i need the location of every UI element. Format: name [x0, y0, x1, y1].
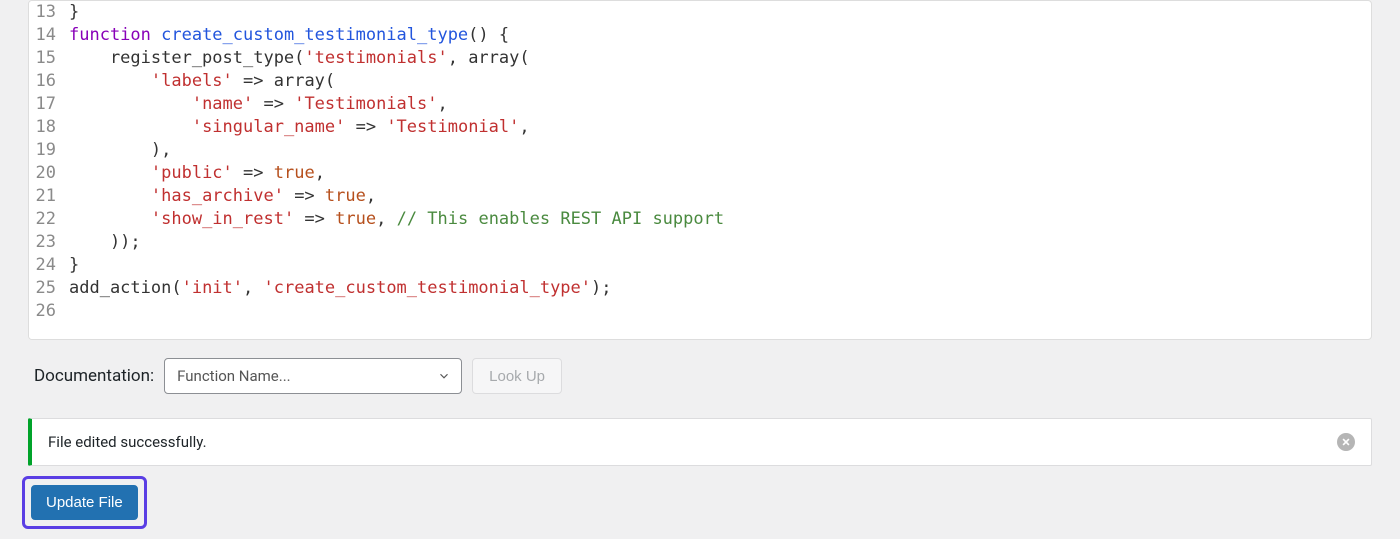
line-number: 18 [33, 116, 58, 139]
line-number: 25 [33, 277, 58, 300]
line-number: 26 [33, 300, 58, 323]
line-number: 19 [33, 139, 58, 162]
code-line[interactable]: ), [69, 139, 1365, 162]
code-line[interactable]: 'has_archive' => true, [69, 185, 1365, 208]
function-name-select-placeholder: Function Name... [177, 367, 290, 385]
line-number: 21 [33, 185, 58, 208]
line-number: 20 [33, 162, 58, 185]
line-number: 23 [33, 231, 58, 254]
line-number: 14 [33, 24, 58, 47]
code-content[interactable]: }function create_custom_testimonial_type… [65, 1, 1371, 339]
code-line[interactable]: 'show_in_rest' => true, // This enables … [69, 208, 1365, 231]
code-line[interactable]: function create_custom_testimonial_type(… [69, 24, 1365, 47]
code-line[interactable]: )); [69, 231, 1365, 254]
code-line[interactable]: } [69, 254, 1365, 277]
line-number: 24 [33, 254, 58, 277]
code-line[interactable]: 'labels' => array( [69, 70, 1365, 93]
code-line[interactable]: 'singular_name' => 'Testimonial', [69, 116, 1365, 139]
documentation-row: Documentation: Function Name... Look Up [0, 340, 1400, 404]
success-notice: File edited successfully. [28, 418, 1372, 466]
line-number: 17 [33, 93, 58, 116]
update-file-highlight: Update File [22, 476, 147, 529]
line-number-gutter: 1314151617181920212223242526 [29, 1, 65, 339]
code-line[interactable]: 'public' => true, [69, 162, 1365, 185]
submit-row: Update File [22, 476, 1400, 537]
notice-message: File edited successfully. [48, 433, 207, 451]
code-line[interactable] [69, 300, 1365, 323]
code-area[interactable]: 1314151617181920212223242526 }function c… [29, 1, 1371, 339]
code-line[interactable]: } [69, 1, 1365, 24]
code-line[interactable]: 'name' => 'Testimonials', [69, 93, 1365, 116]
line-number: 15 [33, 47, 58, 70]
look-up-button[interactable]: Look Up [472, 358, 562, 394]
update-file-button[interactable]: Update File [31, 485, 138, 520]
code-editor: 1314151617181920212223242526 }function c… [28, 0, 1372, 340]
line-number: 13 [33, 1, 58, 24]
code-line[interactable]: register_post_type('testimonials', array… [69, 47, 1365, 70]
dismiss-notice-button[interactable] [1337, 433, 1355, 451]
line-number: 22 [33, 208, 58, 231]
close-icon [1341, 437, 1351, 447]
code-line[interactable]: add_action('init', 'create_custom_testim… [69, 277, 1365, 300]
line-number: 16 [33, 70, 58, 93]
chevron-down-icon [437, 369, 451, 383]
documentation-label: Documentation: [34, 366, 154, 386]
function-name-select[interactable]: Function Name... [164, 358, 462, 394]
